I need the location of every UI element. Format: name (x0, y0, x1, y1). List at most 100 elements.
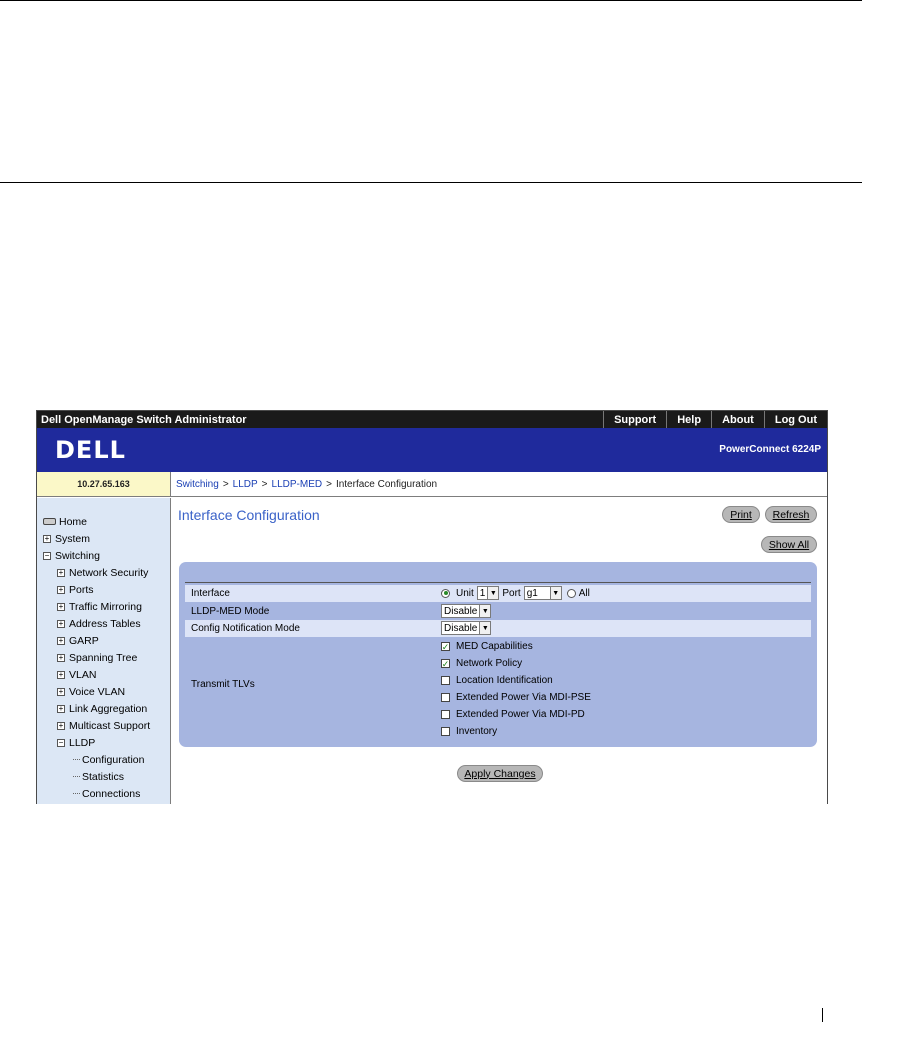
expand-plus-icon[interactable]: + (57, 721, 65, 730)
nav-item-label: Switching (55, 549, 100, 562)
lldp-med-mode-control: Disable ▼ (441, 604, 492, 618)
collapse-minus-icon[interactable]: − (57, 738, 65, 747)
breadcrumb-switching[interactable]: Switching (176, 479, 219, 490)
nav-item-voice-vlan[interactable]: + Voice VLAN (37, 683, 170, 700)
nav-item-label: Address Tables (69, 617, 141, 630)
tlv-location-identification[interactable]: Location Identification (441, 675, 553, 686)
banner: DELL PowerConnect 6224P (37, 428, 827, 472)
port-label: Port (502, 587, 521, 599)
breadcrumb: Switching > LLDP > LLDP-MED > Interface … (171, 472, 827, 497)
show-all-button[interactable]: Show All (761, 536, 817, 553)
support-link[interactable]: Support (603, 411, 666, 428)
checkbox-unchecked-icon[interactable] (441, 727, 450, 736)
apply-changes-button[interactable]: Apply Changes (457, 765, 543, 782)
expand-plus-icon[interactable]: + (57, 568, 65, 577)
config-notification-label: Config Notification Mode (191, 623, 300, 634)
nav-item-garp[interactable]: + GARP (37, 632, 170, 649)
nav-item-network-security[interactable]: + Network Security (37, 564, 170, 581)
all-label: All (578, 587, 590, 599)
nav-item-lldp-configuration[interactable]: Configuration (37, 751, 170, 768)
page-title: Interface Configuration (178, 507, 320, 523)
tlv-network-policy[interactable]: ✓ Network Policy (441, 658, 522, 669)
switch-admin-window: Dell OpenManage Switch Administrator Sup… (36, 410, 828, 804)
expand-plus-icon[interactable]: + (57, 704, 65, 713)
all-radio[interactable] (566, 588, 576, 598)
breadcrumb-lldp[interactable]: LLDP (233, 479, 258, 490)
tlv-extended-power-pse[interactable]: Extended Power Via MDI-PSE (441, 692, 591, 703)
tlv-label: Network Policy (456, 658, 523, 669)
nav-item-vlan[interactable]: + VLAN (37, 666, 170, 683)
logout-link[interactable]: Log Out (763, 411, 827, 428)
refresh-button[interactable]: Refresh (765, 506, 817, 523)
tlv-extended-power-pd[interactable]: Extended Power Via MDI-PD (441, 709, 585, 720)
checkbox-checked-icon[interactable]: ✓ (441, 659, 450, 668)
title-bar: Dell OpenManage Switch Administrator Sup… (37, 411, 827, 428)
nav-item-link-aggregation[interactable]: + Link Aggregation (37, 700, 170, 717)
expand-plus-icon[interactable]: + (57, 619, 65, 628)
drive-icon (43, 518, 56, 525)
chevron-down-icon: ▼ (549, 587, 561, 599)
nav-item-label: Link Aggregation (69, 702, 148, 715)
nav-item-label: Statistics (82, 770, 125, 783)
config-notification-value: Disable (444, 622, 478, 634)
page-top-rule (0, 0, 862, 1)
radio-selected-dot (443, 591, 448, 595)
nav-item-label: LLDP (69, 736, 96, 749)
nav-item-lldp-statistics[interactable]: Statistics (37, 768, 170, 785)
expand-plus-icon[interactable]: + (57, 687, 65, 696)
about-link[interactable]: About (711, 411, 764, 428)
checkbox-unchecked-icon[interactable] (441, 693, 450, 702)
nav-item-label: Voice VLAN (69, 685, 126, 698)
nav-item-label: Network Security (69, 566, 149, 579)
nav-tree: Home + System − Switching + Network Secu… (37, 498, 171, 804)
nav-item-spanning-tree[interactable]: + Spanning Tree (37, 649, 170, 666)
tlv-label: MED Capabilities (456, 641, 533, 652)
nav-item-lldp-connections[interactable]: Connections (37, 785, 170, 802)
interface-row: Interface Unit 1 ▼ Port g1 ▼ All (185, 585, 811, 602)
unit-label: Unit (456, 587, 474, 599)
nav-item-system[interactable]: + System (37, 530, 170, 547)
nav-item-lldp[interactable]: − LLDP (37, 734, 170, 751)
print-button[interactable]: Print (722, 506, 760, 523)
breadcrumb-separator: > (261, 478, 268, 490)
expand-plus-icon[interactable]: + (57, 653, 65, 662)
chevron-down-icon: ▼ (479, 622, 491, 634)
expand-plus-icon[interactable]: + (43, 534, 51, 543)
checkbox-checked-icon[interactable]: ✓ (441, 642, 450, 651)
nav-item-label: GARP (69, 634, 99, 647)
expand-plus-icon[interactable]: + (57, 670, 65, 679)
expand-plus-icon[interactable]: + (57, 585, 65, 594)
unit-select[interactable]: 1 ▼ (476, 586, 500, 600)
nav-item-ports[interactable]: + Ports (37, 581, 170, 598)
checkbox-unchecked-icon[interactable] (441, 676, 450, 685)
nav-item-address-tables[interactable]: + Address Tables (37, 615, 170, 632)
nav-item-label: Spanning Tree (69, 651, 138, 664)
panel-divider (185, 582, 811, 583)
tlv-med-capabilities[interactable]: ✓ MED Capabilities (441, 641, 533, 652)
unit-radio[interactable] (441, 588, 450, 598)
nav-item-traffic-mirroring[interactable]: + Traffic Mirroring (37, 598, 170, 615)
tlv-inventory[interactable]: Inventory (441, 726, 497, 737)
config-notification-row: Config Notification Mode Disable ▼ (185, 620, 811, 637)
expand-plus-icon[interactable]: + (57, 602, 65, 611)
breadcrumb-lldp-med[interactable]: LLDP-MED (272, 479, 323, 490)
tlv-label: Inventory (456, 726, 498, 737)
tlv-label: Extended Power Via MDI-PD (456, 709, 585, 720)
nav-item-label: Configuration (82, 753, 145, 766)
app-title: Dell OpenManage Switch Administrator (41, 413, 247, 426)
collapse-minus-icon[interactable]: − (43, 551, 51, 560)
lldp-med-mode-select[interactable]: Disable ▼ (441, 604, 492, 618)
port-select[interactable]: g1 ▼ (523, 586, 562, 600)
config-notification-control: Disable ▼ (441, 621, 492, 635)
interface-controls: Unit 1 ▼ Port g1 ▼ All (441, 586, 590, 600)
config-notification-select[interactable]: Disable ▼ (441, 621, 492, 635)
lldp-med-mode-row: LLDP-MED Mode Disable ▼ (185, 603, 811, 620)
expand-plus-icon[interactable]: + (57, 636, 65, 645)
nav-item-multicast-support[interactable]: + Multicast Support (37, 717, 170, 734)
nav-item-switching[interactable]: − Switching (37, 547, 170, 564)
nav-item-label: VLAN (69, 668, 97, 681)
nav-item-label: Connections (82, 787, 141, 800)
nav-item-home[interactable]: Home (37, 513, 170, 530)
checkbox-unchecked-icon[interactable] (441, 710, 450, 719)
help-link[interactable]: Help (666, 411, 711, 428)
